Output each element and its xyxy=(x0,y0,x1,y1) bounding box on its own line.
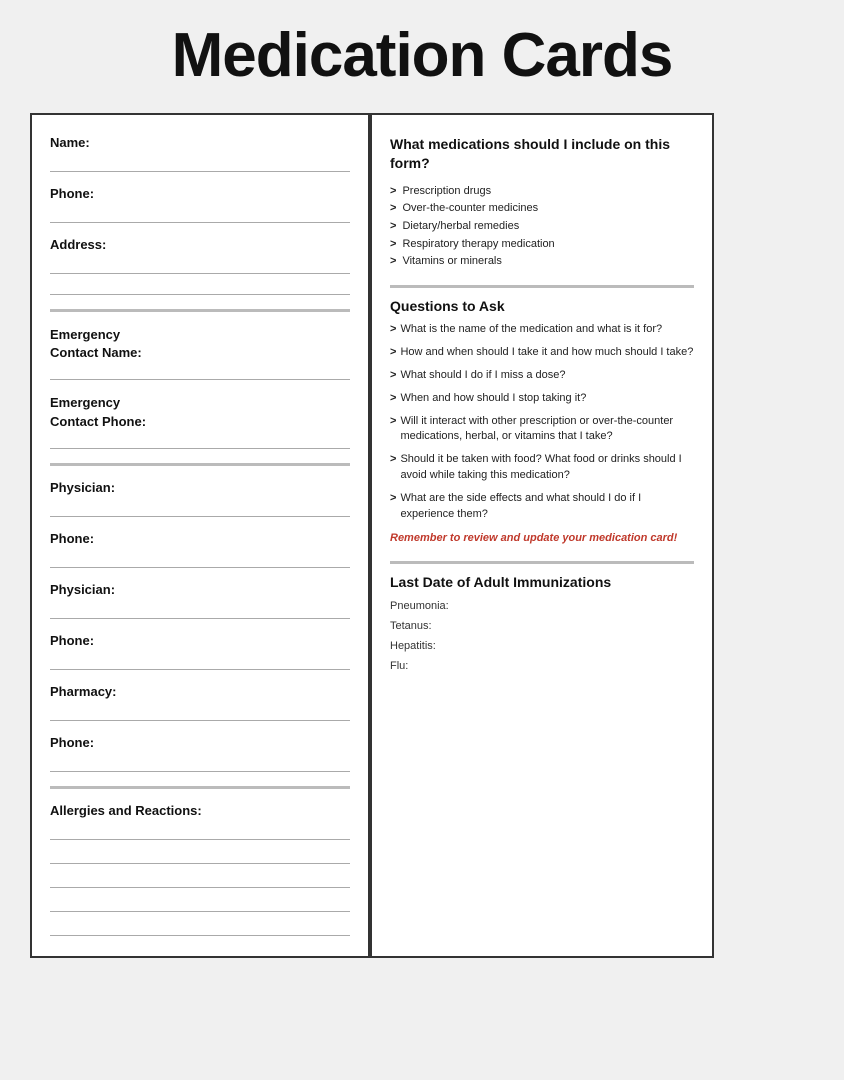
emergency-contact-phone-label: EmergencyContact Phone: xyxy=(50,394,350,430)
question-item: > Will it interact with other prescripti… xyxy=(390,414,694,446)
pharmacy-phone-label: Phone: xyxy=(50,735,350,750)
divider-right-1 xyxy=(390,285,694,288)
question-item: > What are the side effects and what sho… xyxy=(390,491,694,523)
question-item: > When and how should I stop taking it? xyxy=(390,391,694,407)
physician2-phone-label: Phone: xyxy=(50,633,350,648)
arrow-icon: > xyxy=(390,452,396,468)
physician2-line xyxy=(50,601,350,619)
list-item: Respiratory therapy medication xyxy=(390,236,694,254)
tetanus-label: Tetanus: xyxy=(390,620,694,632)
allergies-line5 xyxy=(50,918,350,936)
allergies-line4 xyxy=(50,894,350,912)
question-item: > Should it be taken with food? What foo… xyxy=(390,452,694,484)
address-line2 xyxy=(50,277,350,295)
list-item: Over-the-counter medicines xyxy=(390,200,694,218)
allergies-line3 xyxy=(50,870,350,888)
divider-right-2 xyxy=(390,561,694,564)
page-title: Medication Cards xyxy=(172,20,673,91)
pharmacy-label: Pharmacy: xyxy=(50,684,350,699)
arrow-icon: > xyxy=(390,414,396,430)
divider-3 xyxy=(50,786,350,789)
what-list: Prescription drugs Over-the-counter medi… xyxy=(390,183,694,271)
right-card: What medications should I include on thi… xyxy=(370,113,714,958)
arrow-icon: > xyxy=(390,322,396,338)
name-line xyxy=(50,154,350,172)
reminder-text: Remember to review and update your medic… xyxy=(390,531,694,546)
list-item: Vitamins or minerals xyxy=(390,253,694,271)
questions-heading: Questions to Ask xyxy=(390,298,694,314)
hepatitis-label: Hepatitis: xyxy=(390,640,694,652)
address-label: Address: xyxy=(50,237,350,252)
what-section: What medications should I include on thi… xyxy=(390,135,694,271)
address-line xyxy=(50,256,350,274)
arrow-icon: > xyxy=(390,368,396,384)
arrow-icon: > xyxy=(390,491,396,507)
pneumonia-label: Pneumonia: xyxy=(390,600,694,612)
cards-container: Name: Phone: Address: EmergencyContact N… xyxy=(30,113,814,958)
allergies-label: Allergies and Reactions: xyxy=(50,803,350,818)
arrow-icon: > xyxy=(390,345,396,361)
immunizations-section: Last Date of Adult Immunizations Pneumon… xyxy=(390,574,694,672)
physician2-label: Physician: xyxy=(50,582,350,597)
pharmacy-line xyxy=(50,703,350,721)
left-card: Name: Phone: Address: EmergencyContact N… xyxy=(30,113,370,958)
list-item: Prescription drugs xyxy=(390,183,694,201)
immunizations-heading: Last Date of Adult Immunizations xyxy=(390,574,694,590)
physician1-label: Physician: xyxy=(50,480,350,495)
question-item: > What is the name of the medication and… xyxy=(390,322,694,338)
divider-1 xyxy=(50,309,350,312)
questions-section: Questions to Ask > What is the name of t… xyxy=(390,298,694,547)
flu-label: Flu: xyxy=(390,660,694,672)
physician2-phone-line xyxy=(50,652,350,670)
emergency-phone-line xyxy=(50,431,350,449)
pharmacy-phone-line xyxy=(50,754,350,772)
name-label: Name: xyxy=(50,135,350,150)
divider-2 xyxy=(50,463,350,466)
question-item: > How and when should I take it and how … xyxy=(390,345,694,361)
physician1-line xyxy=(50,499,350,517)
arrow-icon: > xyxy=(390,391,396,407)
list-item: Dietary/herbal remedies xyxy=(390,218,694,236)
physician1-phone-line xyxy=(50,550,350,568)
emergency-name-line xyxy=(50,362,350,380)
phone-line xyxy=(50,205,350,223)
physician1-phone-label: Phone: xyxy=(50,531,350,546)
what-heading: What medications should I include on thi… xyxy=(390,135,694,173)
allergies-line2 xyxy=(50,846,350,864)
emergency-contact-name-label: EmergencyContact Name: xyxy=(50,326,350,362)
question-item: > What should I do if I miss a dose? xyxy=(390,368,694,384)
phone-label: Phone: xyxy=(50,186,350,201)
allergies-line xyxy=(50,822,350,840)
